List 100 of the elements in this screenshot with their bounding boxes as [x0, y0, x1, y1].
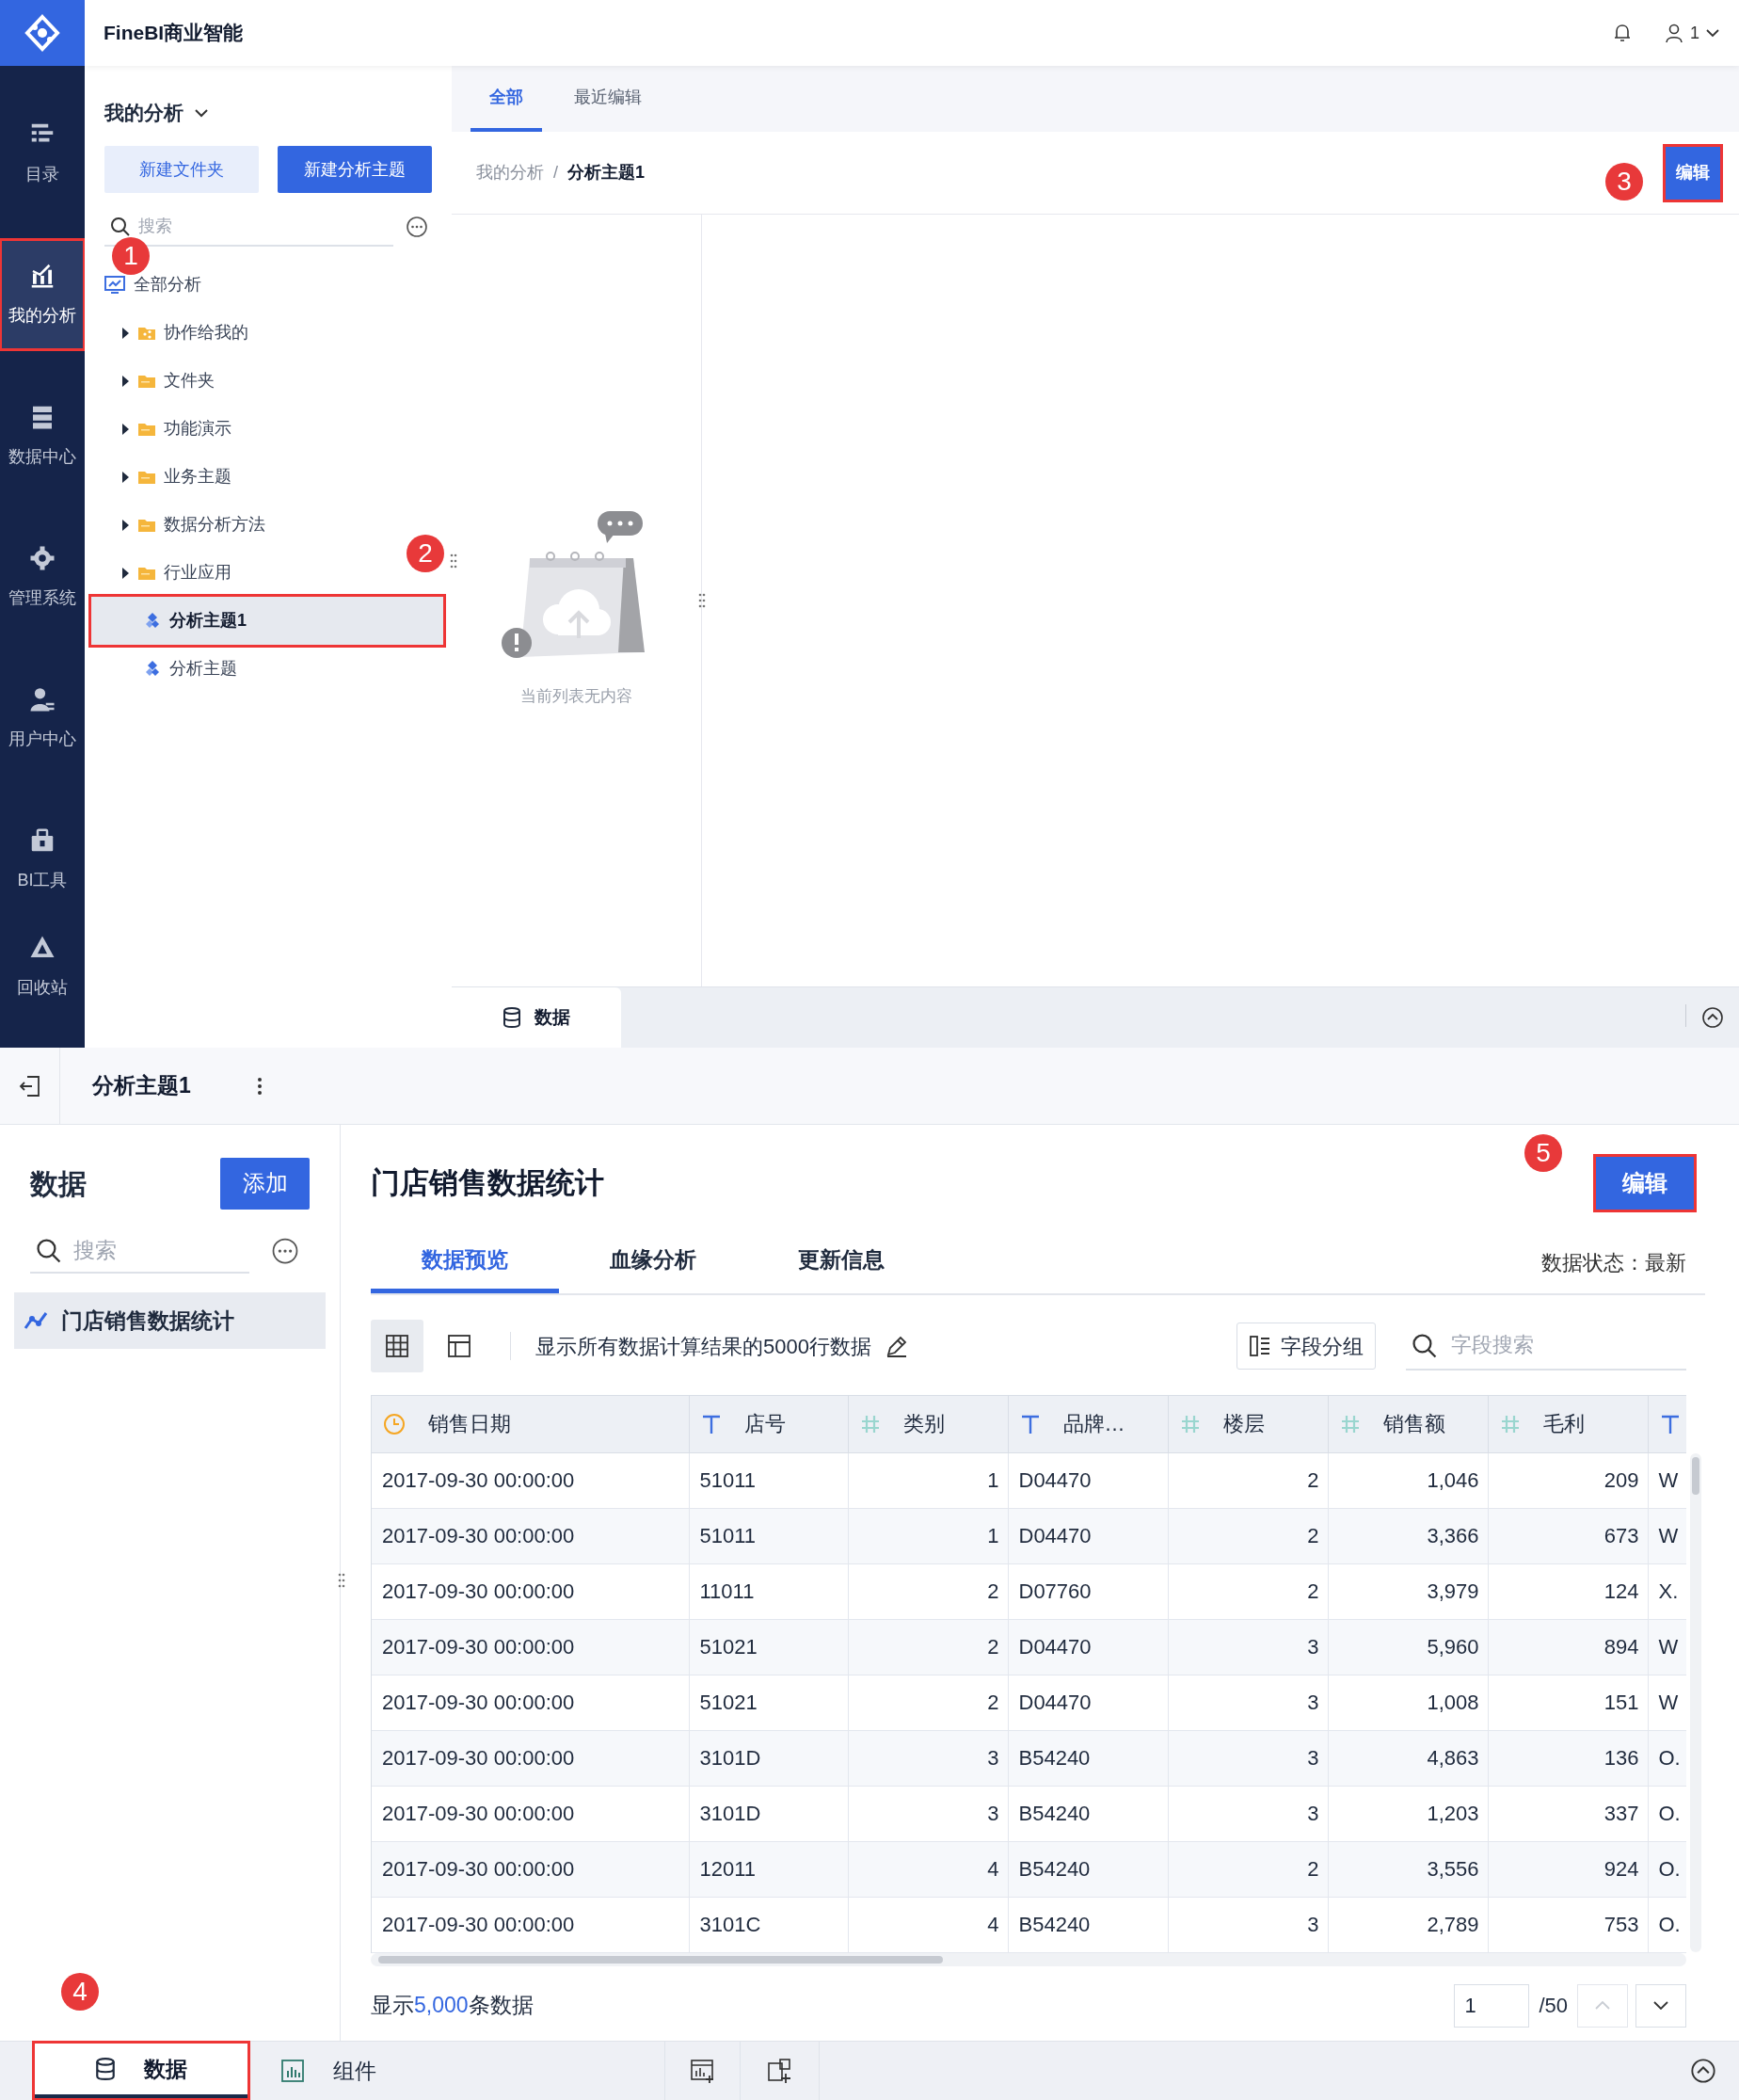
table-cell: 753: [1488, 1897, 1648, 1952]
table-cell: 3101D: [689, 1786, 848, 1841]
tree-item[interactable]: 数据分析方法: [91, 501, 275, 549]
vertical-scrollbar[interactable]: [1690, 1453, 1701, 1952]
table-cell: 3,556: [1328, 1841, 1488, 1897]
search-icon: [110, 216, 131, 237]
new-button[interactable]: 新建分析主题: [278, 146, 432, 193]
table-cell: 124: [1488, 1563, 1648, 1619]
bottom-tab[interactable]: 数据: [35, 2044, 247, 2098]
tree-item[interactable]: 协作给我的: [91, 309, 258, 357]
edit-button[interactable]: 编辑: [1666, 146, 1720, 200]
table-cell: D04470: [1008, 1619, 1168, 1675]
column-header[interactable]: [1648, 1396, 1686, 1452]
tab[interactable]: 最近编辑: [555, 66, 661, 132]
nav-item[interactable]: 我的分析: [2, 241, 83, 348]
app-logo[interactable]: [0, 0, 85, 66]
table-cell: 1,046: [1328, 1452, 1488, 1508]
new-button[interactable]: 新建文件夹: [104, 146, 259, 193]
nav-label: 回收站: [17, 976, 68, 999]
group-icon: [1249, 1335, 1271, 1357]
column-header[interactable]: 楼层: [1168, 1396, 1328, 1452]
page-total: /50: [1539, 1993, 1568, 2019]
view-mode-button[interactable]: [371, 1320, 423, 1372]
table-cell: 2: [848, 1619, 1008, 1675]
tab[interactable]: 数据预览: [371, 1231, 559, 1293]
column-header[interactable]: 类别: [848, 1396, 1008, 1452]
number-type-icon: [1179, 1413, 1201, 1435]
bottom-tab[interactable]: 数据: [452, 987, 621, 1048]
breadcrumb-current: 分析主题1: [567, 162, 646, 184]
table-cell: B54240: [1008, 1786, 1168, 1841]
nav-label: 数据中心: [8, 445, 76, 468]
nav-label: 目录: [25, 163, 59, 185]
table-cell: 3,979: [1328, 1563, 1488, 1619]
column-header[interactable]: 店号: [689, 1396, 848, 1452]
nav-item[interactable]: 用户中心: [2, 665, 83, 772]
tree-item[interactable]: 分析主题1: [91, 597, 443, 645]
number-type-icon: [859, 1413, 881, 1435]
nav-label: 我的分析: [8, 304, 76, 327]
table-cell: 673: [1488, 1508, 1648, 1563]
table-cell: 337: [1488, 1786, 1648, 1841]
line-chart-icon: [24, 1310, 48, 1331]
column-header[interactable]: 毛利: [1488, 1396, 1648, 1452]
field-search-field[interactable]: 字段搜索: [1406, 1322, 1686, 1371]
column-header[interactable]: 品牌…: [1008, 1396, 1168, 1452]
tab[interactable]: 全部: [471, 66, 542, 132]
kebab-icon[interactable]: [256, 1076, 263, 1096]
table-cell: 5,960: [1328, 1619, 1488, 1675]
table-cell: W: [1648, 1675, 1686, 1730]
nav-item[interactable]: 回收站: [2, 913, 83, 1020]
tab[interactable]: 血缘分析: [559, 1231, 747, 1293]
database-icon: [95, 2058, 116, 2080]
number-type-icon: [1339, 1413, 1361, 1435]
column-header[interactable]: 销售日期: [372, 1396, 689, 1452]
edit-button[interactable]: 编辑: [1596, 1157, 1694, 1210]
add-component-button[interactable]: [740, 2041, 820, 2100]
nav-item[interactable]: 数据中心: [2, 382, 83, 489]
table-cell: 2017-09-30 00:00:00: [372, 1897, 689, 1952]
table-cell: B54240: [1008, 1730, 1168, 1786]
search-field[interactable]: 搜索: [30, 1228, 249, 1274]
more-icon[interactable]: [271, 1237, 299, 1265]
table-cell: 2017-09-30 00:00:00: [372, 1841, 689, 1897]
table-cell: 3101D: [689, 1730, 848, 1786]
tab[interactable]: 更新信息: [747, 1231, 935, 1293]
app-title: FineBI商业智能: [104, 21, 244, 46]
collapse-icon[interactable]: [1701, 1006, 1724, 1029]
bar-chart-icon: [280, 2059, 305, 2083]
collapse-icon[interactable]: [1690, 2058, 1716, 2084]
caret-icon: [120, 471, 130, 483]
row-count-text: 显示5,000条数据: [371, 1992, 534, 2020]
nav-item[interactable]: BI工具: [2, 806, 83, 913]
chevron-down-icon: [1653, 2001, 1668, 2010]
empty-message: 当前列表无内容: [520, 686, 632, 707]
table-cell: 51021: [689, 1619, 848, 1675]
data-status: 数据状态：最新: [1541, 1250, 1686, 1276]
tree-item[interactable]: 分析主题: [91, 645, 247, 693]
text-type-icon: [700, 1413, 722, 1435]
table-cell: D07760: [1008, 1563, 1168, 1619]
nav-item[interactable]: 目录: [2, 100, 83, 207]
nav-item[interactable]: 管理系统: [2, 523, 83, 631]
table-cell: 2: [1168, 1563, 1328, 1619]
tree-item[interactable]: 文件夹: [91, 357, 224, 405]
layout-icon: [447, 1334, 471, 1358]
breadcrumb-separator: /: [553, 162, 558, 184]
more-icon[interactable]: [406, 216, 428, 238]
tree-item[interactable]: 业务主题: [91, 453, 241, 501]
table-cell: 2017-09-30 00:00:00: [372, 1508, 689, 1563]
user-menu-button[interactable]: 1: [1664, 20, 1720, 46]
tree-item[interactable]: 功能演示: [91, 405, 241, 453]
table-cell: W: [1648, 1508, 1686, 1563]
tree-item[interactable]: 行业应用: [91, 549, 241, 597]
caret-icon: [120, 423, 130, 435]
dataset-item[interactable]: 门店销售数据统计: [14, 1292, 326, 1349]
bottom-tab[interactable]: 组件: [262, 2044, 450, 2098]
field-group-button[interactable]: 字段分组: [1236, 1323, 1376, 1370]
table-cell: O.: [1648, 1786, 1686, 1841]
nav-label: BI工具: [17, 869, 68, 891]
add-button[interactable]: 添加: [220, 1157, 310, 1210]
table-cell: 2: [1168, 1508, 1328, 1563]
page-input[interactable]: 1: [1454, 1983, 1530, 2028]
column-header[interactable]: 销售额: [1328, 1396, 1488, 1452]
